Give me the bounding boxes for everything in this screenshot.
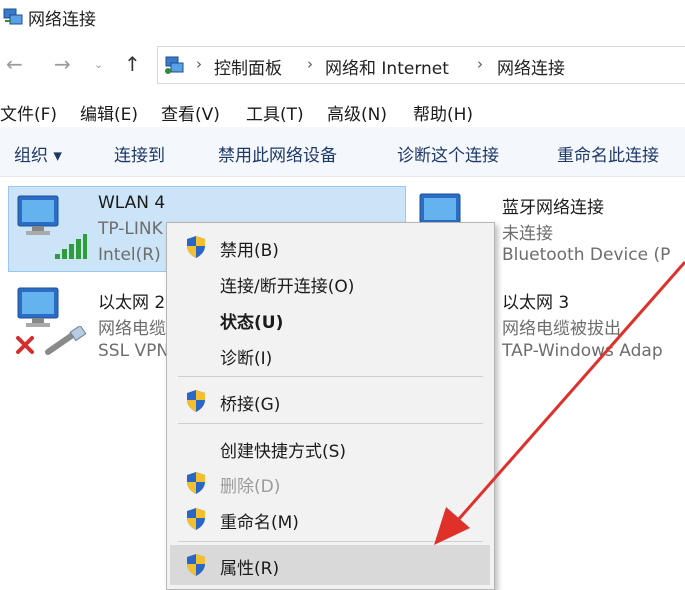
back-button[interactable]: ← xyxy=(6,52,23,76)
menu-item-diagnose[interactable]: 诊断(I) xyxy=(220,344,272,369)
up-button[interactable]: ↑ xyxy=(124,52,141,76)
menu-item-create-shortcut[interactable]: 创建快捷方式(S) xyxy=(220,437,346,462)
menu-view[interactable]: 查看(V) xyxy=(161,100,220,125)
menu-item-connect-disconnect[interactable]: 连接/断开连接(O) xyxy=(220,272,354,297)
connection-name: WLAN 4 xyxy=(98,193,166,213)
connection-device: SSL VPN xyxy=(98,341,170,361)
forward-button[interactable]: → xyxy=(54,52,71,76)
menu-item-rename[interactable]: 重命名(M) xyxy=(220,508,299,533)
connection-name: 以太网 2 xyxy=(98,293,166,313)
menu-item-highlight xyxy=(170,545,490,585)
wifi-signal-icon xyxy=(55,234,87,259)
uac-shield-icon xyxy=(187,472,205,494)
title-bar xyxy=(0,0,685,40)
uac-shield-icon xyxy=(187,508,205,530)
menu-item-bridge[interactable]: 桥接(G) xyxy=(220,390,280,415)
uac-shield-icon xyxy=(187,236,205,258)
uac-shield-icon xyxy=(187,390,205,412)
menu-item-properties[interactable]: 属性(R) xyxy=(220,554,279,579)
network-connections-icon xyxy=(3,8,23,25)
connect-to-button[interactable]: 连接到 xyxy=(114,141,165,166)
connection-status: 网络电缆 xyxy=(98,319,166,339)
breadcrumb-network-internet[interactable]: 网络和 Internet xyxy=(325,54,449,79)
recent-locations-chevron-icon[interactable]: ⌄ xyxy=(94,58,103,71)
connection-name: 蓝牙网络连接 xyxy=(502,198,604,218)
menu-tools[interactable]: 工具(T) xyxy=(246,100,304,125)
control-panel-icon xyxy=(165,56,184,74)
monitor-icon xyxy=(17,195,59,235)
connection-status: 未连接 xyxy=(502,224,553,244)
connection-status: TP-LINK xyxy=(98,219,163,239)
breadcrumb-separator: › xyxy=(477,55,483,73)
breadcrumb-network-connections[interactable]: 网络连接 xyxy=(497,54,565,79)
menu-advanced[interactable]: 高级(N) xyxy=(327,100,387,125)
organize-button[interactable]: 组织 ▾ xyxy=(14,141,62,166)
menu-divider xyxy=(178,541,483,542)
connection-device: Bluetooth Device (P xyxy=(502,245,671,265)
ethernet-cable-icon xyxy=(45,326,87,355)
connection-device: TAP-Windows Adap xyxy=(502,341,663,361)
menu-file[interactable]: 文件(F) xyxy=(0,100,57,125)
menu-edit[interactable]: 编辑(E) xyxy=(80,100,138,125)
breadcrumb-separator: › xyxy=(196,55,202,73)
monitor-icon xyxy=(17,287,59,327)
connection-name: 以太网 3 xyxy=(502,293,570,313)
menu-divider xyxy=(178,376,483,377)
breadcrumb-separator: › xyxy=(307,55,313,73)
menu-item-disable[interactable]: 禁用(B) xyxy=(220,236,279,261)
uac-shield-icon xyxy=(187,554,205,576)
connection-device: Intel(R) xyxy=(98,245,161,265)
menu-item-status[interactable]: 状态(U) xyxy=(220,308,283,333)
disable-device-button[interactable]: 禁用此网络设备 xyxy=(218,141,337,166)
error-x-icon xyxy=(16,336,34,354)
menu-divider xyxy=(178,423,483,424)
diagnose-button[interactable]: 诊断这个连接 xyxy=(397,141,499,166)
menu-item-delete: 删除(D) xyxy=(220,477,281,497)
window-title: 网络连接 xyxy=(28,10,96,30)
rename-button[interactable]: 重命名此连接 xyxy=(557,141,659,166)
connection-status: 网络电缆被拔出 xyxy=(502,319,621,339)
menu-help[interactable]: 帮助(H) xyxy=(413,100,473,125)
breadcrumb-control-panel[interactable]: 控制面板 xyxy=(214,54,282,79)
